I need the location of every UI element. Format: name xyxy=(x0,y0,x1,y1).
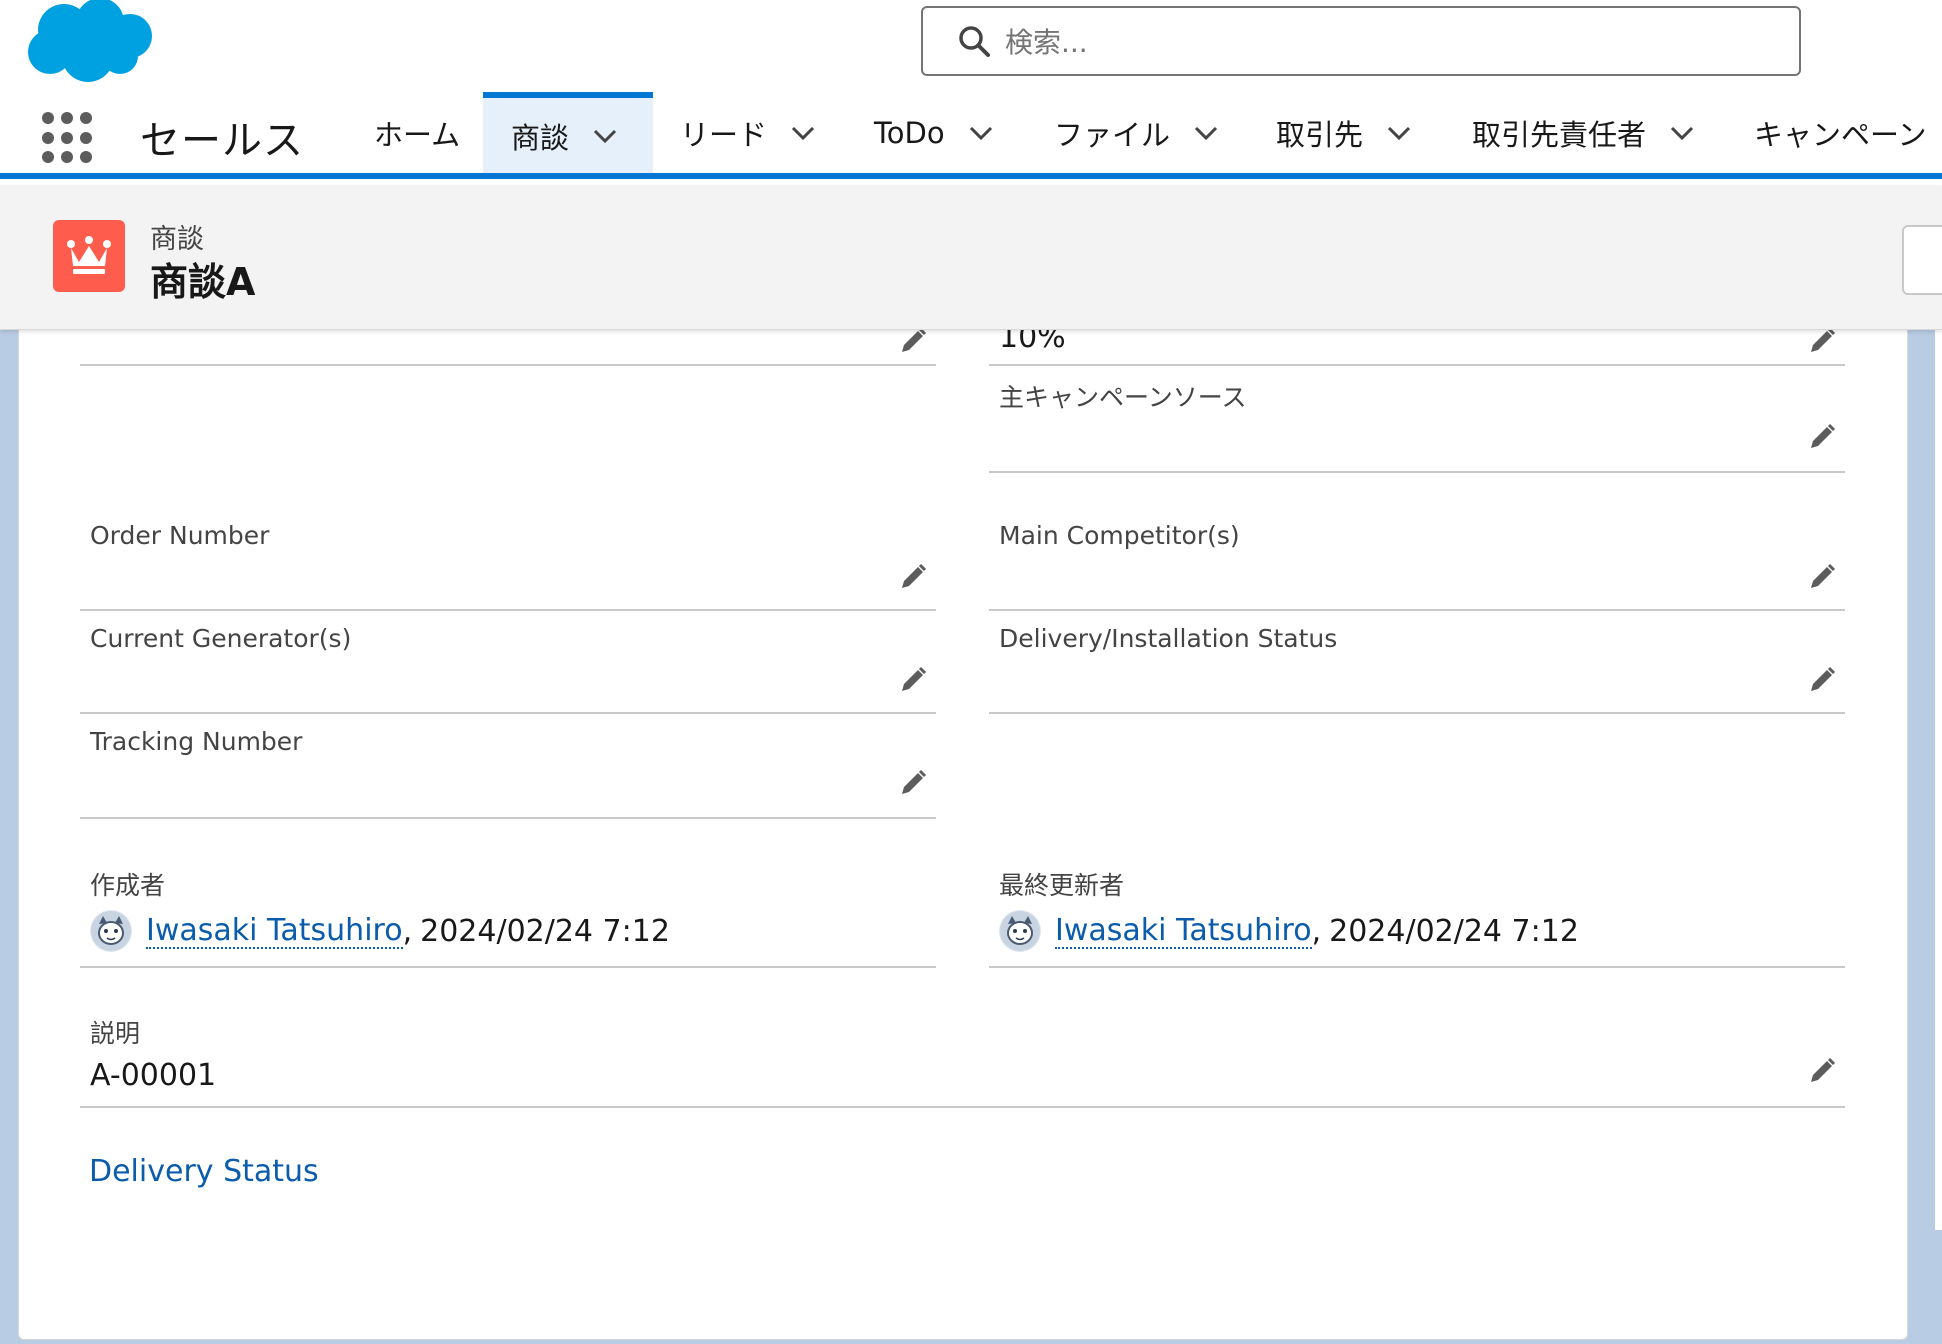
chevron-down-icon[interactable] xyxy=(791,126,815,140)
field-delivery-installation-status: Delivery/Installation Status xyxy=(989,621,1845,714)
field-main-competitors: Main Competitor(s) xyxy=(989,518,1845,611)
field-description: 説明 A-00001 xyxy=(80,1012,1845,1108)
global-search-input[interactable]: 検索... xyxy=(921,6,1801,76)
nav-item-home[interactable]: ホーム xyxy=(374,92,460,173)
last-modified-by-user-link[interactable]: Iwasaki Tatsuhiro xyxy=(1055,914,1312,949)
search-placeholder: 検索... xyxy=(1005,26,1088,59)
last-modified-date: 2024/02/24 7:12 xyxy=(1329,913,1579,949)
user-avatar-icon[interactable] xyxy=(90,910,132,952)
delivery-status-link[interactable]: Delivery Status xyxy=(89,1154,319,1189)
nav-item-opportunities[interactable]: 商談 xyxy=(483,92,653,173)
field-label: Tracking Number xyxy=(90,727,303,756)
salesforce-logo[interactable] xyxy=(22,0,152,86)
nav-item-label: ToDo xyxy=(874,115,945,150)
pencil-icon[interactable] xyxy=(1807,422,1837,452)
chevron-down-icon[interactable] xyxy=(969,126,993,140)
header-action-button[interactable] xyxy=(1902,225,1942,295)
field-label: 説明 xyxy=(90,1019,141,1048)
separator: , xyxy=(1311,913,1322,949)
chevron-down-icon[interactable] xyxy=(1194,126,1218,140)
nav-item-label: ホーム xyxy=(374,117,461,152)
field-label: 最終更新者 xyxy=(999,871,1125,900)
app-navigation-bar: セールス ホーム 商談 リード ToDo ファイル 取引先 取引先責任者 キャン… xyxy=(0,92,1942,179)
app-name: セールス xyxy=(140,118,304,164)
chevron-down-icon[interactable] xyxy=(1670,126,1694,140)
nav-item-label: ファイル xyxy=(1054,117,1171,152)
field-last-modified-by: 最終更新者 Iwasaki Tatsuhiro , 2024/02/24 7:1… xyxy=(989,864,1845,968)
field-label: Current Generator(s) xyxy=(90,624,352,653)
field-label: 作成者 xyxy=(90,871,166,900)
created-by-value: Iwasaki Tatsuhiro , 2024/02/24 7:12 xyxy=(90,910,670,952)
nav-item-contacts[interactable]: 取引先責任者 xyxy=(1472,92,1694,173)
global-header: 検索... xyxy=(0,0,1942,92)
nav-item-label: リード xyxy=(680,117,768,152)
created-by-user-link[interactable]: Iwasaki Tatsuhiro xyxy=(146,914,403,949)
field-label: Main Competitor(s) xyxy=(999,521,1240,550)
user-avatar-icon[interactable] xyxy=(999,910,1041,952)
pencil-icon[interactable] xyxy=(1807,1056,1837,1086)
separator: , xyxy=(402,913,413,949)
chevron-down-icon[interactable] xyxy=(1387,126,1411,140)
search-icon xyxy=(959,26,990,57)
field-value: A-00001 xyxy=(90,1058,217,1093)
pencil-icon[interactable] xyxy=(898,665,928,695)
pencil-icon[interactable] xyxy=(898,768,928,798)
nav-item-accounts[interactable]: 取引先 xyxy=(1276,92,1411,173)
field-primary-campaign-source: 主キャンペーンソース xyxy=(989,376,1845,473)
record-highlights-header: 商談 商談A xyxy=(0,185,1942,330)
nav-item-label: 取引先責任者 xyxy=(1472,117,1647,152)
field-tracking-number: Tracking Number xyxy=(80,724,936,819)
last-modified-by-value: Iwasaki Tatsuhiro , 2024/02/24 7:12 xyxy=(999,910,1579,952)
field-created-by: 作成者 Iwasaki Tatsuhiro , 2024/02/24 7:12 xyxy=(80,864,936,968)
crown-icon xyxy=(53,220,125,292)
field-label: 主キャンペーンソース xyxy=(999,383,1247,412)
nav-item-todo[interactable]: ToDo xyxy=(874,92,993,173)
pencil-icon[interactable] xyxy=(1807,562,1837,592)
nav-item-campaigns[interactable]: キャンペーン xyxy=(1754,92,1927,173)
pencil-icon[interactable] xyxy=(898,562,928,592)
field-label: Delivery/Installation Status xyxy=(999,624,1338,653)
nav-item-label: 商談 xyxy=(511,120,570,155)
nav-item-leads[interactable]: リード xyxy=(680,92,815,173)
nav-item-label: 取引先 xyxy=(1276,117,1364,152)
right-panel-edge xyxy=(1935,330,1942,1230)
pencil-icon[interactable] xyxy=(898,326,928,356)
app-launcher-icon[interactable] xyxy=(42,112,94,164)
chevron-down-icon[interactable] xyxy=(593,129,617,143)
field-order-number: Order Number xyxy=(80,518,936,611)
record-title: 商談A xyxy=(150,260,256,304)
pencil-icon[interactable] xyxy=(1807,326,1837,356)
nav-item-label: キャンペーン xyxy=(1754,117,1927,152)
field-label: Order Number xyxy=(90,521,270,550)
created-date: 2024/02/24 7:12 xyxy=(420,913,670,949)
nav-item-files[interactable]: ファイル xyxy=(1054,92,1218,173)
pencil-icon[interactable] xyxy=(1807,665,1837,695)
field-current-generators: Current Generator(s) xyxy=(80,621,936,714)
